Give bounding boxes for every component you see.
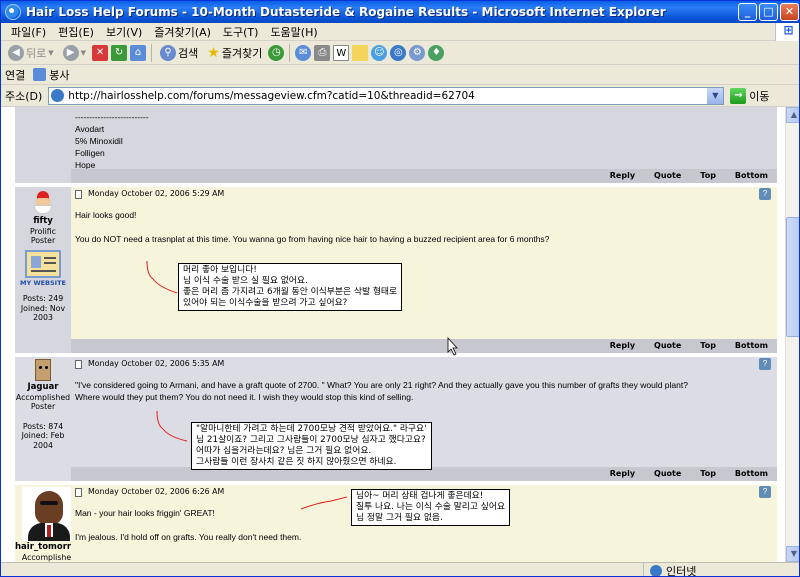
windows-logo-icon: ⊞	[775, 23, 799, 41]
research-icon[interactable]: ◎	[390, 44, 407, 61]
toolbar-separator	[289, 43, 291, 62]
address-label: 주소(D)	[5, 89, 43, 103]
dropdown-icon: ▼	[80, 48, 87, 57]
red-annotation-stroke	[300, 496, 348, 510]
window-title: Hair Loss Help Forums - 10-Month Dutaste…	[26, 5, 666, 19]
menu-bar: 파일(F) 편집(E) 보기(V) 즐겨찾기(A) 도구(T) 도움말(H) ⊞	[1, 23, 799, 41]
discuss-icon[interactable]	[352, 44, 369, 61]
toolbar: ◀ 뒤로 ▼ ▶ ▼ ✕ ↻ ⌂ ⚲ 검색 ★ 즐겨찾기 ◷ ✉ ⎙ W ☺ ◎ ⚙…	[1, 41, 799, 65]
back-arrow-icon: ◀	[8, 44, 24, 61]
security-zone: 인터넷	[643, 563, 696, 576]
print-icon[interactable]: ⎙	[314, 44, 331, 61]
tools-icon[interactable]: ⚙	[409, 44, 426, 61]
edit-icon[interactable]: W	[333, 44, 350, 61]
menu-file[interactable]: 파일(F)	[5, 24, 52, 40]
links-label: 연결	[5, 68, 26, 82]
status-bar: 인터넷	[1, 562, 799, 576]
links-item[interactable]: 봉사	[33, 67, 70, 83]
star-icon: ★	[207, 44, 220, 61]
page-icon	[33, 68, 47, 81]
scroll-thumb[interactable]	[786, 217, 799, 337]
forward-arrow-icon: ▶	[62, 44, 79, 61]
globe-icon	[650, 565, 662, 576]
mail-icon[interactable]: ✉	[295, 44, 312, 61]
vertical-scrollbar[interactable]: ▲ ▼	[785, 107, 799, 562]
mouse-cursor-icon	[447, 336, 458, 356]
home-icon[interactable]: ⌂	[130, 44, 147, 61]
refresh-icon[interactable]: ↻	[111, 44, 128, 61]
minimize-button[interactable]: _	[738, 3, 757, 21]
address-dropdown-icon[interactable]: ▼	[707, 87, 724, 104]
toolbar-separator	[151, 43, 153, 62]
scroll-down-arrow-icon[interactable]: ▼	[786, 546, 799, 562]
messenger-icon[interactable]: ☺	[371, 44, 388, 61]
page-content: -------------------------- Avodart 5% Mi…	[1, 107, 785, 562]
annotation-strokes	[146, 260, 458, 510]
links-bar: 연결 봉사	[1, 65, 799, 85]
dropdown-icon: ▼	[48, 48, 54, 57]
menu-tools[interactable]: 도구(T)	[217, 24, 265, 40]
stop-icon[interactable]: ✕	[92, 44, 109, 61]
menu-view[interactable]: 보기(V)	[100, 24, 148, 40]
favorites-button[interactable]: ★ 즐겨찾기	[204, 43, 265, 63]
search-icon: ⚲	[160, 44, 177, 61]
address-bar: 주소(D) http://hairlosshelp.com/forums/mes…	[1, 85, 799, 107]
go-arrow-icon: →	[730, 87, 747, 104]
go-button[interactable]: → 이동	[730, 87, 770, 104]
extra-icon[interactable]: ♦	[428, 44, 445, 61]
scroll-up-arrow-icon[interactable]: ▲	[786, 107, 799, 123]
address-input[interactable]: http://hairlosshelp.com/forums/messagevi…	[48, 86, 725, 105]
red-annotation-stroke	[146, 260, 178, 294]
menu-help[interactable]: 도움말(H)	[264, 24, 323, 40]
page-icon	[51, 89, 65, 102]
search-button[interactable]: ⚲ 검색	[157, 43, 201, 63]
maximize-button[interactable]: □	[759, 3, 778, 21]
ie-logo-icon	[5, 4, 21, 20]
title-bar[interactable]: Hair Loss Help Forums - 10-Month Dutaste…	[1, 1, 799, 23]
close-button[interactable]: ✕	[780, 3, 799, 21]
history-icon[interactable]: ◷	[268, 44, 285, 61]
back-button[interactable]: ◀ 뒤로 ▼	[5, 43, 57, 63]
forward-button[interactable]: ▶ ▼	[60, 43, 89, 63]
menu-edit[interactable]: 편집(E)	[52, 24, 100, 40]
menu-favorites[interactable]: 즐겨찾기(A)	[148, 24, 217, 40]
ie-window: Hair Loss Help Forums - 10-Month Dutaste…	[0, 0, 800, 577]
red-annotation-stroke	[156, 410, 188, 442]
